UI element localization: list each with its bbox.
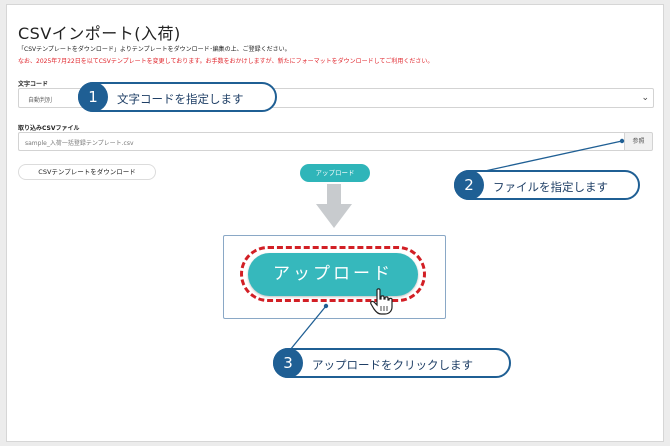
file-input[interactable]: sample_入荷一括登録テンプレート.csv (18, 132, 624, 151)
callout-step-3: 3 アップロードをクリックします (273, 348, 511, 378)
callout-step-2: 2 ファイルを指定します (454, 170, 640, 200)
callout-text-2: ファイルを指定します (493, 180, 608, 194)
down-arrow-icon (316, 184, 352, 228)
step-number-1: 1 (78, 82, 108, 112)
upload-button-small[interactable]: アップロード (300, 164, 370, 182)
file-name-value: sample_入荷一括登録テンプレート.csv (25, 140, 134, 147)
step-number-2: 2 (454, 170, 484, 200)
encoding-label: 文字コード (18, 81, 49, 88)
file-label: 取り込みCSVファイル (18, 125, 80, 132)
encoding-selected-value: 自動判別 (28, 97, 53, 104)
page-title: CSVインポート(入荷) (18, 24, 181, 43)
download-template-button[interactable]: CSVテンプレートをダウンロード (18, 164, 156, 180)
callout-step-1: 1 文字コードを指定します (78, 82, 277, 112)
hand-pointer-icon (370, 288, 393, 315)
callout-text-1: 文字コードを指定します (117, 92, 244, 106)
chevron-down-icon: ⌄ (641, 93, 649, 103)
browse-button[interactable]: 参照 (624, 132, 653, 151)
callout-text-3: アップロードをクリックします (312, 358, 473, 372)
step-number-3: 3 (273, 348, 303, 378)
description-text: 「CSVテンプレートをダウンロード」よりテンプレートをダウンロード･編集の上、ご… (18, 46, 291, 53)
notice-text: なお、2025年7月22日を以てCSVテンプレートを変更しております。お手数をお… (18, 58, 434, 65)
